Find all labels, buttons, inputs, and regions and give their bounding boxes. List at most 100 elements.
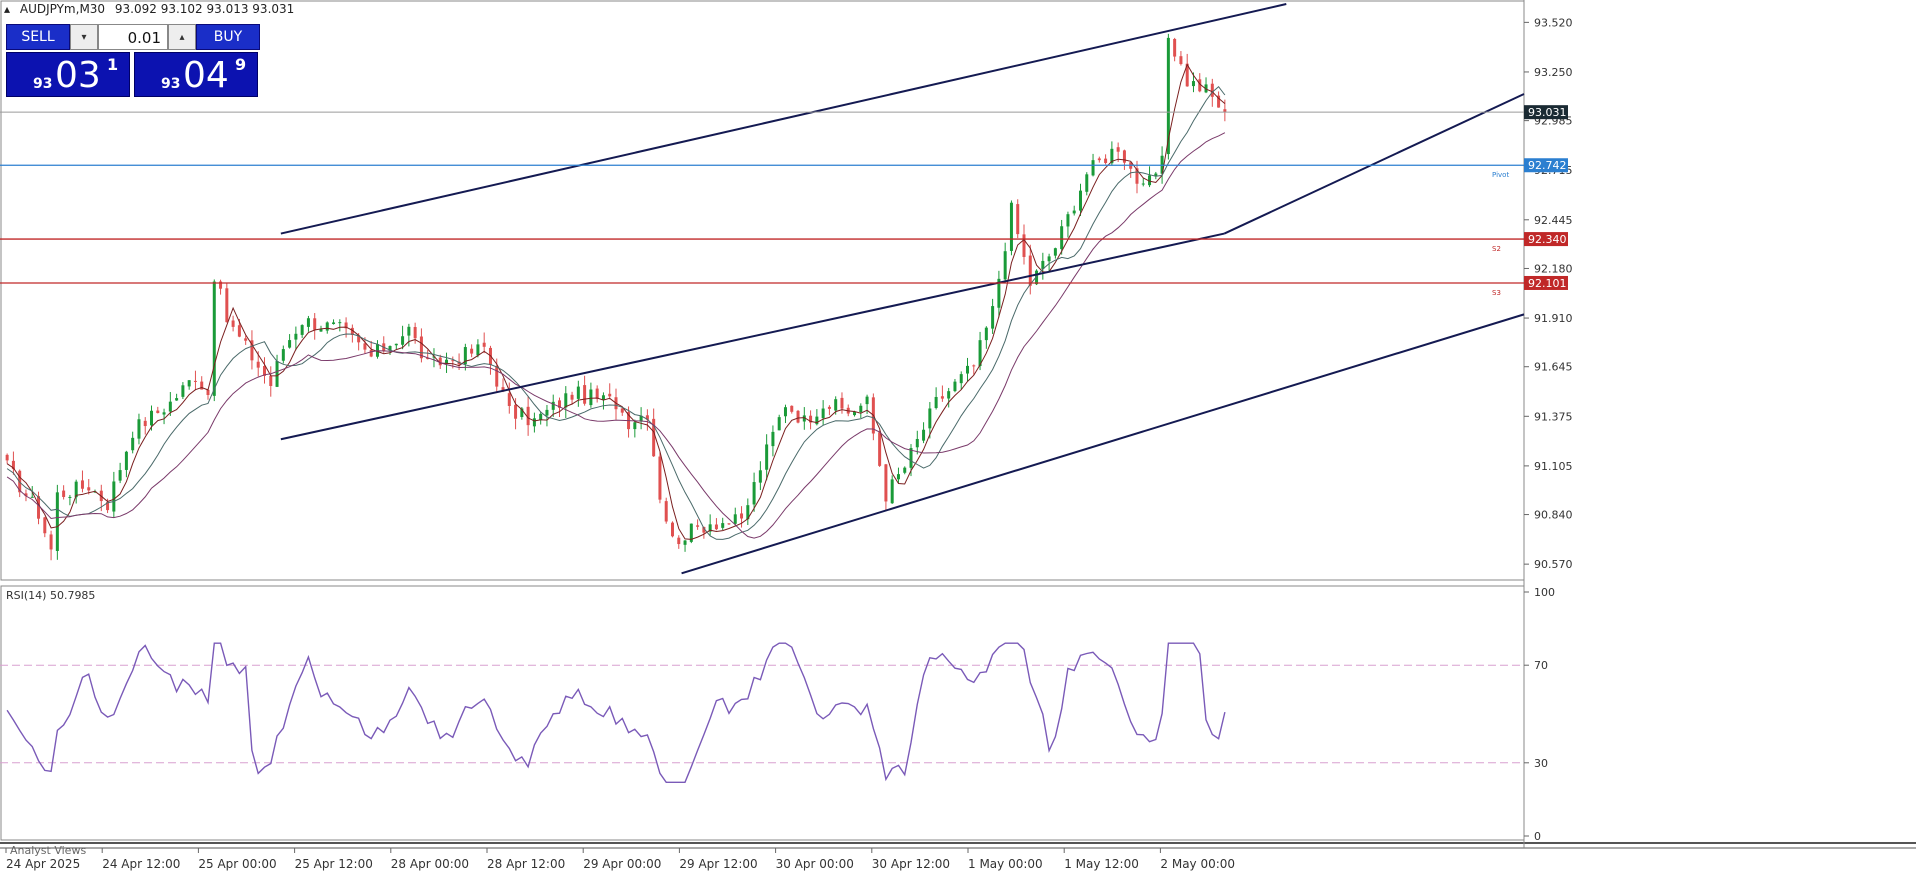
bull-candle: [401, 336, 405, 345]
bull-candle: [915, 438, 919, 448]
bull-candle: [187, 380, 191, 387]
lot-increase-icon[interactable]: ▴: [168, 24, 196, 50]
bear-candle: [206, 389, 210, 395]
bear-candle: [727, 523, 731, 525]
bull-candle: [1191, 81, 1195, 87]
bull-candle: [721, 523, 725, 528]
bull-candle: [928, 408, 932, 429]
trend-channel-line-middle_left: [280, 232, 1225, 441]
bear-candle: [1179, 56, 1183, 65]
bear-candle: [884, 464, 888, 502]
bull-candle: [476, 344, 480, 356]
trend-channel-line-lower: [681, 313, 1525, 575]
bear-candle: [62, 490, 66, 497]
bear-candle: [972, 365, 976, 367]
bull-candle: [865, 396, 869, 405]
bear-candle: [225, 288, 229, 323]
bull-candle: [1141, 183, 1145, 185]
lot-size-input[interactable]: 0.01: [98, 24, 168, 50]
collapse-triangle-icon[interactable]: ▴: [4, 2, 10, 16]
buy-price-big: 04: [183, 55, 229, 96]
bull-candle: [394, 343, 398, 346]
bull-candle: [300, 325, 304, 335]
bull-candle: [1066, 214, 1070, 227]
buy-price-sup: 9: [235, 55, 247, 74]
time-axis-label: 1 May 12:00: [1064, 857, 1139, 871]
bull-candle: [834, 399, 838, 411]
bull-candle: [903, 467, 907, 473]
buy-price-prefix: 93: [161, 76, 181, 92]
bull-candle: [332, 322, 336, 325]
bear-candle: [1028, 255, 1032, 286]
bull-candle: [181, 385, 185, 397]
bear-candle: [413, 327, 417, 339]
sell-price-sup: 1: [107, 55, 119, 74]
time-axis-label: 30 Apr 12:00: [872, 857, 950, 871]
buy-button[interactable]: BUY: [196, 24, 260, 50]
chart-canvas[interactable]: Analyst Views93.52093.25092.98592.71592.…: [0, 0, 1916, 874]
rsi-line: [6, 642, 1226, 783]
bear-candle: [790, 405, 794, 412]
bear-candle: [1122, 150, 1126, 163]
time-axis-label: 25 Apr 00:00: [198, 857, 276, 871]
trend-channel-line-middle_right: [1223, 93, 1525, 235]
bear-candle: [1116, 147, 1120, 152]
bull-candle: [984, 327, 988, 341]
bear-candle: [570, 394, 574, 400]
bear-candle: [620, 408, 624, 413]
sell-price-box[interactable]: 93 03 1: [6, 52, 130, 97]
bull-candle: [890, 479, 894, 504]
time-axis-label: 28 Apr 12:00: [487, 857, 565, 871]
sell-price-big: 03: [55, 55, 101, 96]
moving-average-20: [6, 63, 1226, 540]
bull-candle: [953, 381, 957, 392]
bear-candle: [231, 320, 235, 327]
bear-candle: [796, 410, 800, 423]
candles-group: [5, 33, 1227, 561]
bear-candle: [714, 524, 718, 530]
bear-candle: [514, 404, 518, 419]
buy-price-box[interactable]: 93 04 9: [134, 52, 258, 97]
bull-candle: [30, 496, 34, 498]
bull-candle: [959, 374, 963, 384]
price-tick-label: 91.645: [1534, 361, 1573, 374]
bear-candle: [369, 349, 373, 357]
level-tag-label: 92.742: [1528, 159, 1567, 172]
bull-candle: [281, 349, 285, 361]
rsi-tick-label: 70: [1534, 659, 1548, 672]
bull-candle: [1003, 251, 1007, 280]
analyst-views-tab: Analyst Views: [10, 844, 86, 857]
bull-candle: [325, 322, 329, 331]
bull-candle: [150, 410, 154, 426]
bull-candle: [934, 396, 938, 409]
lot-decrease-icon[interactable]: ▾: [70, 24, 98, 50]
bull-candle: [601, 395, 605, 400]
bull-candle: [752, 482, 756, 505]
bull-candle: [966, 365, 970, 374]
bear-candle: [840, 397, 844, 409]
rsi-tick-label: 30: [1534, 757, 1548, 770]
bull-candle: [294, 333, 298, 340]
price-tick-label: 93.250: [1534, 66, 1573, 79]
bull-candle: [137, 419, 141, 439]
bull-candle: [338, 322, 342, 324]
bull-candle: [777, 417, 781, 431]
bull-candle: [168, 401, 172, 412]
bear-candle: [143, 420, 147, 427]
sell-button[interactable]: SELL: [6, 24, 70, 50]
level-name: Pivot: [1492, 171, 1509, 179]
bear-candle: [1016, 204, 1020, 235]
bull-candle: [212, 281, 216, 396]
bear-candle: [482, 342, 486, 347]
rsi-label: RSI(14) 50.7985: [6, 589, 95, 602]
bull-candle: [633, 422, 637, 430]
bull-candle: [124, 451, 128, 470]
price-tick-label: 91.375: [1534, 410, 1573, 423]
bull-candle: [1085, 174, 1089, 192]
price-tick-label: 90.840: [1534, 509, 1573, 522]
time-axis-label: 24 Apr 2025: [6, 857, 80, 871]
time-axis-label: 30 Apr 00:00: [776, 857, 854, 871]
time-axis-label: 2 May 00:00: [1160, 857, 1235, 871]
bull-candle: [118, 470, 122, 481]
current-price-tag-label: 93.031: [1528, 106, 1567, 119]
